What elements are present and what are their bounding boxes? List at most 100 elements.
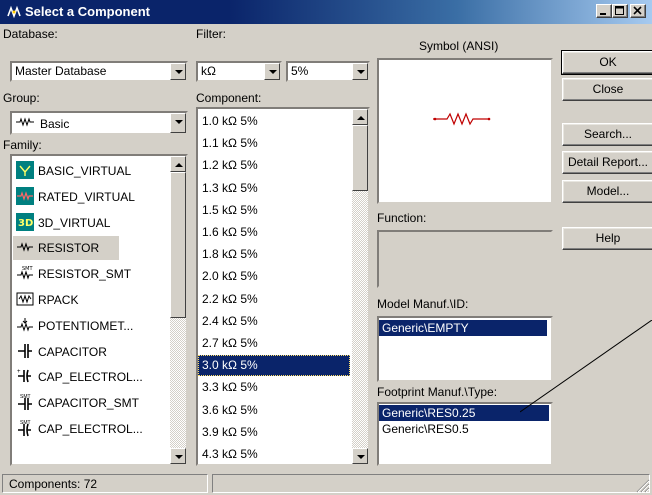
component-item-label: 3.6 kΩ 5% [202,402,258,417]
component-scrollbar[interactable] [352,109,368,464]
search-button[interactable]: Search... [562,123,652,146]
component-item[interactable]: 3.3 kΩ 5% [198,377,350,398]
component-item[interactable]: 1.2 kΩ 5% [198,155,350,176]
close-button[interactable]: Close [562,78,652,101]
family-item-label: CAPACITOR_SMT [38,396,139,411]
component-item[interactable]: 3.6 kΩ 5% [198,400,350,421]
filter-tolerance-value: 5% [291,64,309,78]
svg-text:SMT: SMT [20,394,31,400]
component-item[interactable]: 1.6 kΩ 5% [198,222,350,243]
family-item-label: POTENTIOMET... [38,318,134,333]
component-item-label: 3.0 kΩ 5% [202,358,258,373]
component-item[interactable]: 1.5 kΩ 5% [198,200,350,221]
ok-button-label: OK [599,55,617,69]
family-item[interactable]: RESISTOR [13,236,119,261]
family-scroll-down-button[interactable] [170,448,186,464]
select-component-dialog: Select a Component Database: Master Data… [0,0,652,495]
component-item-label: 3.9 kΩ 5% [202,424,258,439]
family-item-label: CAP_ELECTROL... [38,370,143,385]
resize-grip-icon[interactable] [636,479,650,493]
ok-button[interactable]: OK [561,50,652,75]
component-scroll-up-button[interactable] [352,109,368,125]
group-dropdown-button[interactable] [170,113,186,133]
resistor-symbol-icon [433,112,491,126]
component-item[interactable]: 2.2 kΩ 5% [198,289,350,310]
component-item[interactable]: 1.3 kΩ 5% [198,178,350,199]
basic-virtual-icon [16,161,34,179]
chevron-down-icon [357,70,365,74]
family-item-label: 3D_VIRTUAL [38,215,111,230]
family-item-label: RATED_VIRTUAL [38,189,135,204]
function-box [377,230,553,288]
minimize-button[interactable] [596,4,612,18]
basic-group-icon [16,117,34,127]
component-item[interactable]: 3.0 kΩ 5% [198,355,350,377]
family-scroll-up-button[interactable] [170,156,186,172]
maximize-button[interactable] [612,4,628,18]
model-button[interactable]: Model... [562,180,652,203]
family-scrollbar[interactable] [170,156,186,464]
component-item[interactable]: 3.9 kΩ 5% [198,422,350,443]
close-window-button[interactable] [630,4,646,18]
group-value: Basic [40,117,70,131]
family-item[interactable]: RATED_VIRTUAL [13,185,169,209]
component-list[interactable]: 1.0 kΩ 5% 1.1 kΩ 5% 1.2 kΩ 5% 1.3 kΩ 5% 1.5 … [196,107,370,466]
filter-unit-dropdown-button[interactable] [264,63,280,80]
family-list[interactable]: BASIC_VIRTUAL RATED_VIRTUAL 3D 3D_VIRTUAL RE… [10,154,188,466]
maximize-icon [615,6,624,15]
footprint-item[interactable]: Generic\RES0.5 [379,421,549,437]
family-item-label: RESISTOR [38,241,100,256]
search-button-label: Search... [583,127,633,141]
component-item[interactable]: 1.8 kΩ 5% [198,244,350,265]
family-item[interactable]: BASIC_VIRTUAL [13,159,169,183]
symbol-preview [377,58,553,204]
minimize-icon [600,13,606,15]
component-item-label: 2.7 kΩ 5% [202,336,258,350]
component-item[interactable]: 2.7 kΩ 5% [198,333,350,354]
component-item[interactable]: 1.0 kΩ 5% [198,111,350,132]
resistor-icon [17,242,33,253]
footprint-item-label: Generic\RES0.25 [382,406,476,420]
component-scroll-down-button[interactable] [352,448,368,464]
filter-tolerance-select[interactable]: 5% [286,61,370,82]
help-button-label: Help [595,231,621,245]
family-item-label: RESISTOR_SMT [38,267,132,282]
filter-unit-select[interactable]: kΩ [196,61,282,82]
database-select[interactable]: Master Database [10,61,188,82]
chevron-down-icon [175,455,183,459]
family-item[interactable]: + CAP_ELECTROL... [13,365,169,389]
resistor-smt-icon: SMT [17,266,33,280]
component-item-label: 3.3 kΩ 5% [202,380,258,395]
database-dropdown-button[interactable] [170,63,186,80]
detail-report-button[interactable]: Detail Report... [562,151,652,174]
family-scroll-thumb[interactable] [170,172,186,318]
capacitor-smt-icon: SMT [18,394,32,411]
svg-text:3D: 3D [18,218,33,229]
family-item[interactable]: CAPACITOR [13,340,169,364]
footprint-item-label: Generic\RES0.5 [382,422,469,436]
title-bar[interactable]: Select a Component [0,0,652,24]
component-item[interactable]: 1.1 kΩ 5% [198,133,350,154]
group-label: Group: [3,91,40,105]
component-item-label: 2.4 kΩ 5% [202,313,258,328]
family-item-label: CAPACITOR [38,344,107,359]
component-item[interactable]: 4.3 kΩ 5% [198,444,350,464]
group-select[interactable]: Basic [10,111,188,135]
component-scroll-thumb[interactable] [352,125,368,191]
family-item[interactable]: SMT CAPACITOR_SMT [13,391,169,415]
family-item-label: RPACK [38,293,79,307]
component-item-label: 1.6 kΩ 5% [202,225,258,239]
family-item[interactable]: SMT RESISTOR_SMT [13,262,169,286]
component-item[interactable]: 2.4 kΩ 5% [198,311,350,332]
chevron-up-icon [175,163,183,167]
filter-tolerance-dropdown-button[interactable] [352,63,368,80]
family-item[interactable]: POTENTIOMET... [13,314,169,338]
family-item[interactable]: SMT CAP_ELECTROL... [13,417,169,441]
family-item[interactable]: 3D 3D_VIRTUAL [13,211,169,235]
family-item[interactable]: RPACK [13,288,169,312]
help-button[interactable]: Help [562,227,652,250]
potentiometer-icon [17,317,33,332]
component-item-label: 1.3 kΩ 5% [202,180,258,195]
capacitor-icon [18,343,32,358]
component-item[interactable]: 2.0 kΩ 5% [198,266,350,287]
